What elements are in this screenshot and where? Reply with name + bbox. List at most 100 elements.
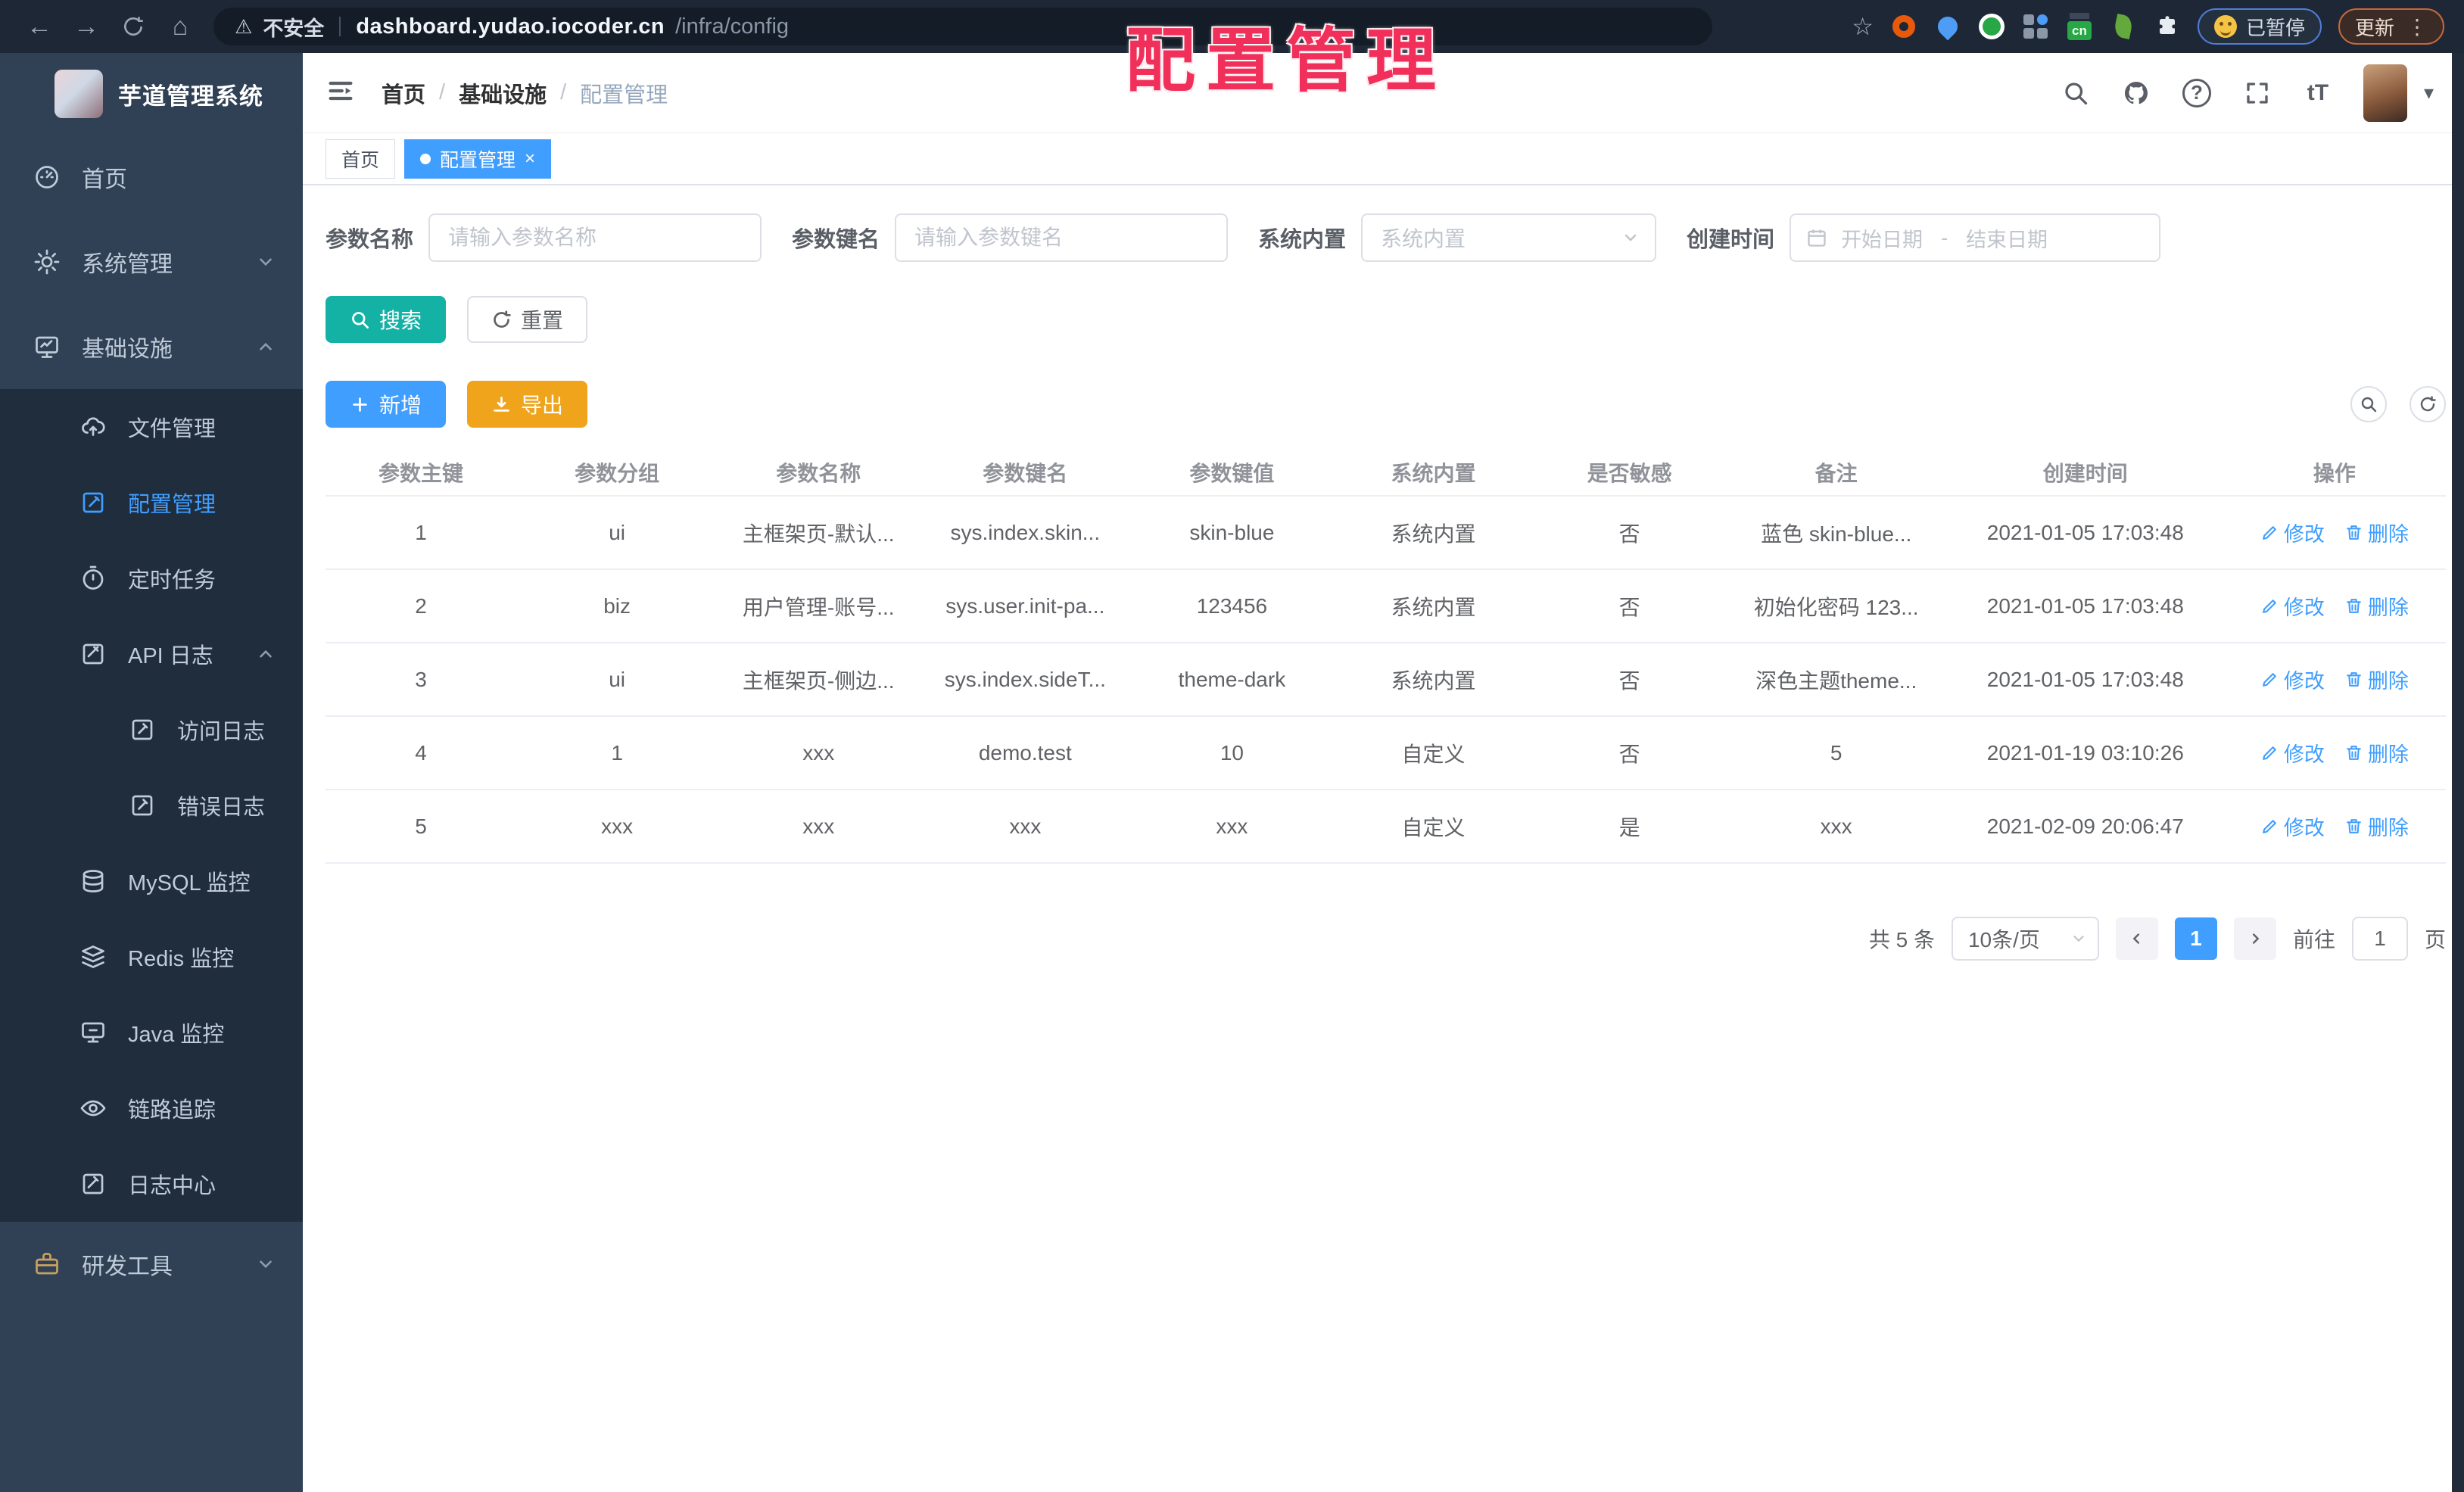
- extension-ring-icon[interactable]: [1890, 13, 1917, 40]
- paused-badge[interactable]: 已暂停: [2197, 8, 2322, 45]
- address-bar[interactable]: ⚠ 不安全 dashboard.yudao.iocoder.cn/infra/c…: [213, 8, 1712, 45]
- sidebar-item-api-log[interactable]: API 日志: [0, 616, 303, 692]
- sidebar-item-label: Java 监控: [128, 1023, 225, 1047]
- total-count: 共 5 条: [1868, 928, 1935, 952]
- java-monitor-icon: [79, 1019, 107, 1046]
- search-button[interactable]: 搜索: [326, 296, 447, 343]
- breadcrumb-infra[interactable]: 基础设施: [459, 77, 547, 109]
- page-unit-label: 页: [2424, 928, 2446, 952]
- browser-home-icon[interactable]: ⌂: [160, 7, 200, 46]
- param-name-input[interactable]: [428, 213, 762, 262]
- update-button[interactable]: 更新 ⋮: [2338, 8, 2444, 45]
- sidebar: 芋道管理系统 首页 系统管理 基础设施 文件管理 配置管理 定时任务 API 日…: [0, 53, 303, 1492]
- delete-link[interactable]: 删除: [2344, 665, 2409, 694]
- api-log-icon: [79, 640, 107, 668]
- delete-link[interactable]: 删除: [2344, 591, 2409, 621]
- extension-cn-icon[interactable]: cn: [2066, 13, 2093, 40]
- edit-link[interactable]: 修改: [2260, 738, 2325, 768]
- delete-link[interactable]: 删除: [2344, 811, 2409, 841]
- table-row: 2 biz 用户管理-账号... sys.user.init-pa... 123…: [326, 569, 2446, 643]
- table-row: 1 ui 主框架页-默认... sys.index.skin... skin-b…: [326, 496, 2446, 570]
- page-scrollbar[interactable]: [2452, 53, 2464, 1492]
- delete-link[interactable]: 删除: [2344, 738, 2409, 768]
- param-key-input[interactable]: [895, 213, 1229, 262]
- tab-config[interactable]: 配置管理 ×: [404, 139, 552, 179]
- goto-page-input[interactable]: [2351, 917, 2408, 961]
- sidebar-item-system[interactable]: 系统管理: [0, 220, 303, 304]
- sidebar-item-label: 系统管理: [82, 252, 173, 277]
- next-page-button[interactable]: [2233, 917, 2276, 960]
- sidebar-item-mysql[interactable]: MySQL 监控: [0, 843, 303, 919]
- param-key-label: 参数键名: [792, 228, 880, 252]
- sidebar-item-redis[interactable]: Redis 监控: [0, 919, 303, 995]
- create-time-label: 创建时间: [1687, 228, 1775, 252]
- date-separator: -: [1941, 226, 1948, 249]
- sidebar-item-file[interactable]: 文件管理: [0, 389, 303, 465]
- page-size-select[interactable]: 10条/页: [1951, 917, 2099, 961]
- export-button[interactable]: 导出: [467, 381, 588, 428]
- sidebar-item-trace[interactable]: 链路追踪: [0, 1070, 303, 1146]
- edit-link[interactable]: 修改: [2260, 811, 2325, 841]
- sidebar-collapse-icon[interactable]: [326, 76, 356, 110]
- delete-link[interactable]: 删除: [2344, 518, 2409, 547]
- sidebar-item-home[interactable]: 首页: [0, 135, 303, 220]
- prev-page-button[interactable]: [2115, 917, 2158, 960]
- sidebar-item-access-log[interactable]: 访问日志: [0, 692, 303, 768]
- sidebar-item-infra[interactable]: 基础设施: [0, 304, 303, 389]
- edit-link[interactable]: 修改: [2260, 665, 2325, 694]
- search-icon[interactable]: [2061, 78, 2091, 108]
- calendar-icon: [1808, 229, 1826, 247]
- user-avatar[interactable]: [2363, 64, 2407, 122]
- sidebar-item-log-center[interactable]: 日志中心: [0, 1146, 303, 1222]
- reset-button[interactable]: 重置: [467, 296, 588, 343]
- caret-down-icon[interactable]: ▾: [2424, 81, 2434, 104]
- bookmark-star-icon[interactable]: ☆: [1852, 12, 1874, 41]
- browser-forward-icon[interactable]: →: [67, 7, 106, 46]
- sidebar-item-config[interactable]: 配置管理: [0, 465, 303, 540]
- edit-icon: [2263, 820, 2276, 833]
- column-header: 创建时间: [1947, 449, 2223, 497]
- fullscreen-icon[interactable]: [2242, 78, 2272, 108]
- address-divider: [339, 17, 341, 36]
- breadcrumb-home[interactable]: 首页: [382, 77, 425, 109]
- sidebar-item-error-log[interactable]: 错误日志: [0, 768, 303, 843]
- edit-link[interactable]: 修改: [2260, 518, 2325, 547]
- browser-reload-icon[interactable]: [114, 7, 153, 46]
- add-button-label: 新增: [379, 394, 422, 417]
- extension-leaf-icon[interactable]: [2110, 13, 2137, 40]
- help-icon[interactable]: ?: [2182, 78, 2212, 108]
- screen: ← → ⌂ ⚠ 不安全 dashboard.yudao.iocoder.cn/i…: [0, 0, 2464, 1492]
- page-number-button[interactable]: 1: [2174, 917, 2217, 960]
- chevron-up-icon: [256, 337, 276, 357]
- tab-home[interactable]: 首页: [326, 139, 396, 179]
- sidebar-item-dev-tools[interactable]: 研发工具: [0, 1222, 303, 1307]
- column-header: 备注: [1724, 449, 1948, 497]
- github-icon[interactable]: [2121, 78, 2151, 108]
- page-content: 参数名称 参数键名 系统内置 系统内置 创建时间 开始日期: [303, 185, 2464, 1492]
- font-size-icon[interactable]: tT: [2303, 78, 2333, 108]
- security-label: 不安全: [263, 17, 325, 40]
- tab-label: 首页: [341, 149, 380, 171]
- browser-back-icon[interactable]: ←: [20, 7, 59, 46]
- sidebar-item-label: 链路追踪: [128, 1098, 216, 1123]
- extension-grid-icon[interactable]: [2022, 13, 2049, 40]
- sidebar-item-label: Redis 监控: [128, 947, 235, 971]
- extension-pin-icon[interactable]: [1933, 12, 1962, 41]
- extension-green-icon[interactable]: [1978, 13, 2005, 40]
- add-button[interactable]: 新增: [326, 381, 447, 428]
- extensions-puzzle-icon[interactable]: [2154, 13, 2181, 40]
- end-date-placeholder: 结束日期: [1966, 228, 2048, 251]
- system-builtin-label: 系统内置: [1258, 228, 1347, 252]
- date-range-picker[interactable]: 开始日期 - 结束日期: [1790, 213, 2161, 262]
- toggle-search-button[interactable]: [2350, 386, 2387, 422]
- cloud-upload-icon: [79, 413, 107, 441]
- kebab-menu-icon[interactable]: ⋮: [2406, 14, 2428, 39]
- sidebar-item-job[interactable]: 定时任务: [0, 540, 303, 616]
- close-icon[interactable]: ×: [525, 149, 535, 168]
- goto-label: 前往: [2292, 928, 2335, 952]
- monitor-icon: [33, 333, 61, 360]
- sidebar-item-java[interactable]: Java 监控: [0, 995, 303, 1070]
- edit-link[interactable]: 修改: [2260, 591, 2325, 621]
- refresh-table-button[interactable]: [2409, 386, 2446, 422]
- system-builtin-select[interactable]: 系统内置: [1361, 213, 1657, 262]
